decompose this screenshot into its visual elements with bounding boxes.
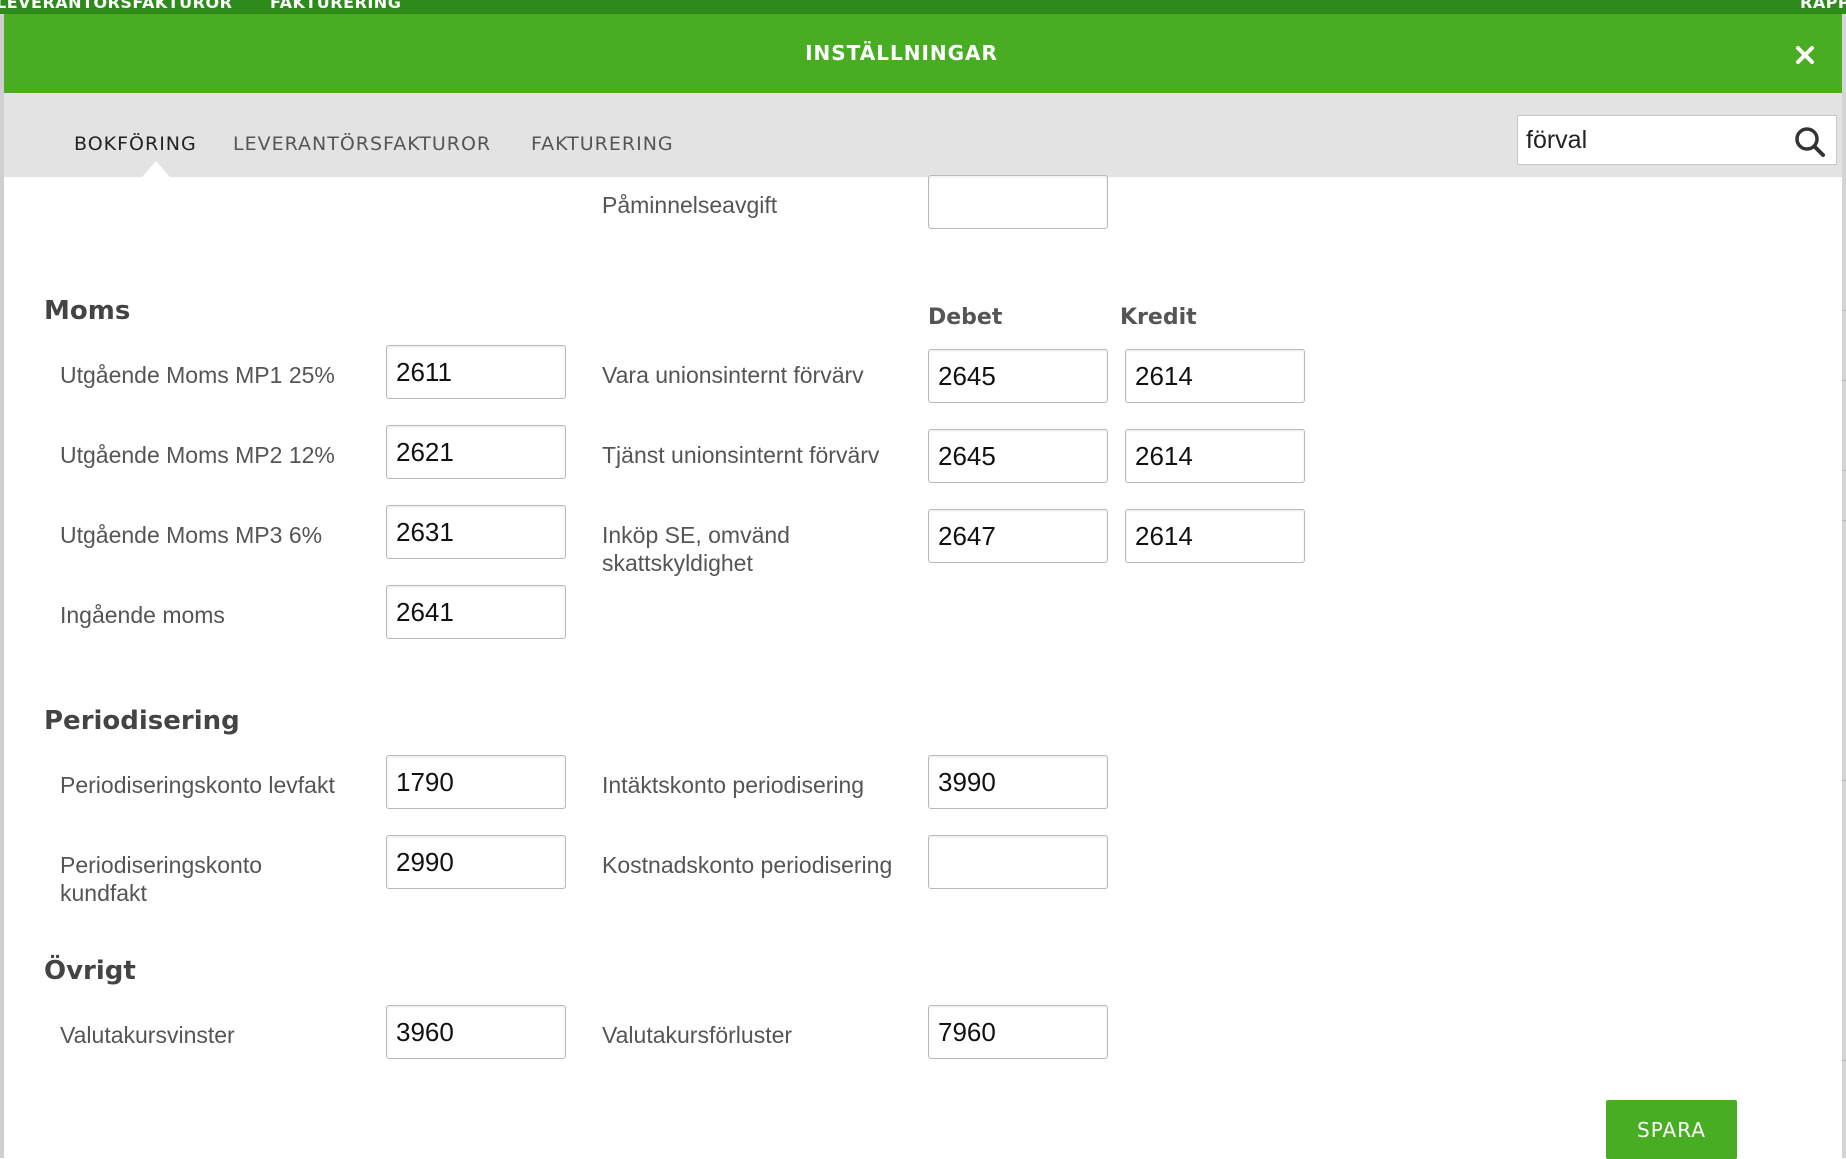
modal-header: INSTÄLLNINGAR [4, 14, 1842, 93]
periodiseringskonto-levfakt-label: Periodiseringskonto levfakt [60, 772, 335, 798]
tab-fakturering[interactable]: FAKTURERING [531, 133, 674, 155]
periodiseringskonto-kundfakt-field[interactable] [386, 835, 566, 889]
vara-unionsinternt-debet-field[interactable] [928, 349, 1108, 403]
save-button[interactable]: SPARA [1606, 1100, 1737, 1159]
bg-nav-fakturering[interactable]: FAKTURERING [270, 0, 401, 12]
valutakursforluster-label: Valutakursförluster [602, 1022, 793, 1048]
intaktskonto-periodisering-field[interactable] [928, 755, 1108, 809]
close-button[interactable] [1788, 38, 1822, 72]
moms-mp3-label: Utgående Moms MP3 6% [60, 522, 323, 548]
section-title-periodisering: Periodisering [44, 706, 240, 736]
moms-mp1-label: Utgående Moms MP1 25% [60, 362, 335, 388]
tjanst-unionsinternt-debet-field[interactable] [928, 429, 1108, 483]
moms-mp2-label: Utgående Moms MP2 12% [60, 442, 335, 468]
moms-mp1-field[interactable] [386, 345, 566, 399]
background-divider [1842, 520, 1846, 521]
inkop-se-omvand-label: Inköp SE, omvänd skattskyldighet [602, 522, 790, 576]
background-divider [1842, 780, 1846, 781]
search-input[interactable] [1526, 122, 1776, 158]
vara-unionsinternt-kredit-field[interactable] [1125, 349, 1305, 403]
search-icon[interactable] [1794, 126, 1826, 158]
moms-mp3-field[interactable] [386, 505, 566, 559]
background-divider [1842, 380, 1846, 381]
bg-nav-leverantorsfakturor[interactable]: LEVERANTÖRSFAKTUROR [0, 0, 232, 12]
kostnadskonto-periodisering-field[interactable] [928, 835, 1108, 889]
ingaende-moms-field[interactable] [386, 585, 566, 639]
modal-title: INSTÄLLNINGAR [805, 41, 998, 65]
background-divider [1842, 1060, 1846, 1061]
bg-nav-rapporter[interactable]: RAPP [1800, 0, 1846, 12]
active-tab-indicator [142, 161, 170, 177]
valutakursvinster-label: Valutakursvinster [60, 1022, 235, 1048]
tjanst-unionsinternt-kredit-field[interactable] [1125, 429, 1305, 483]
tab-leverantorsfakturor[interactable]: LEVERANTÖRSFAKTUROR [233, 133, 491, 155]
ingaende-moms-label: Ingående moms [60, 602, 225, 628]
close-icon [1796, 46, 1814, 64]
section-title-moms: Moms [44, 296, 131, 326]
debet-column-header: Debet [928, 305, 1003, 330]
section-title-ovrigt: Övrigt [44, 956, 136, 986]
inkop-se-omvand-debet-field[interactable] [928, 509, 1108, 563]
inkop-se-omvand-kredit-field[interactable] [1125, 509, 1305, 563]
intaktskonto-periodisering-label: Intäktskonto periodisering [602, 772, 865, 798]
periodiseringskonto-levfakt-field[interactable] [386, 755, 566, 809]
search-box [1517, 115, 1837, 165]
vara-unionsinternt-label: Vara unionsinternt förvärv [602, 362, 864, 388]
periodiseringskonto-kundfakt-label: Periodiseringskonto kundfakt [60, 852, 263, 906]
kredit-column-header: Kredit [1120, 305, 1197, 330]
valutakursforluster-field[interactable] [928, 1005, 1108, 1059]
moms-mp2-field[interactable] [386, 425, 566, 479]
reminder-fee-label: Påminnelseavgift [602, 192, 778, 218]
background-right-edge [1842, 14, 1846, 1158]
background-divider [1842, 470, 1846, 471]
tab-bokforing[interactable]: BOKFÖRING [74, 133, 197, 155]
background-top-navigation: LEVERANTÖRSFAKTUROR FAKTURERING RAPP [0, 0, 1846, 14]
settings-modal: INSTÄLLNINGAR BOKFÖRING LEVERANTÖRSFAKTU… [4, 14, 1842, 1159]
kostnadskonto-periodisering-label: Kostnadskonto periodisering [602, 852, 893, 878]
valutakursvinster-field[interactable] [386, 1005, 566, 1059]
reminder-fee-field[interactable] [928, 175, 1108, 229]
tjanst-unionsinternt-label: Tjänst unionsinternt förvärv [602, 442, 880, 468]
background-divider [1842, 310, 1846, 311]
